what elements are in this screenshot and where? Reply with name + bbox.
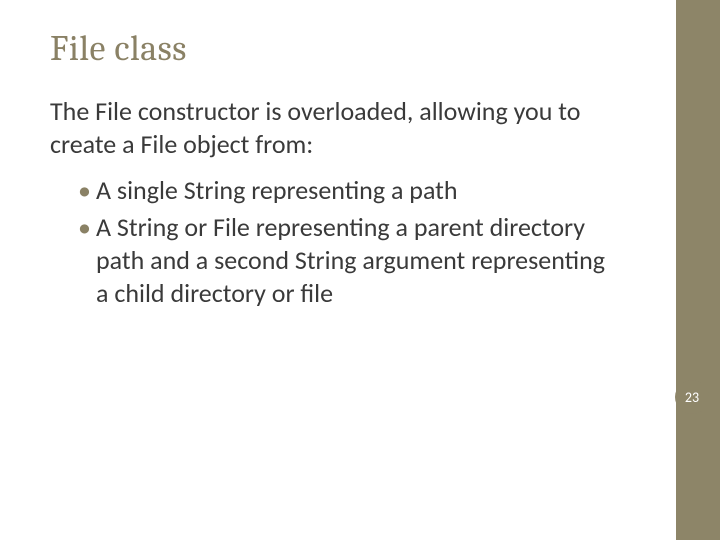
slide-body: The File constructor is overloaded, allo… bbox=[50, 95, 610, 311]
list-item: A single String representing a path bbox=[78, 174, 610, 207]
slide: File class The File constructor is overl… bbox=[0, 0, 720, 540]
bullet-list: A single String representing a path A St… bbox=[50, 174, 610, 311]
list-item: A String or File representing a parent d… bbox=[78, 211, 610, 311]
page-number: 23 bbox=[685, 389, 699, 406]
intro-text: The File constructor is overloaded, allo… bbox=[50, 95, 610, 162]
page-number-badge: 23 bbox=[675, 380, 709, 414]
slide-title: File class bbox=[50, 28, 670, 69]
sidebar-stripe bbox=[676, 0, 720, 540]
